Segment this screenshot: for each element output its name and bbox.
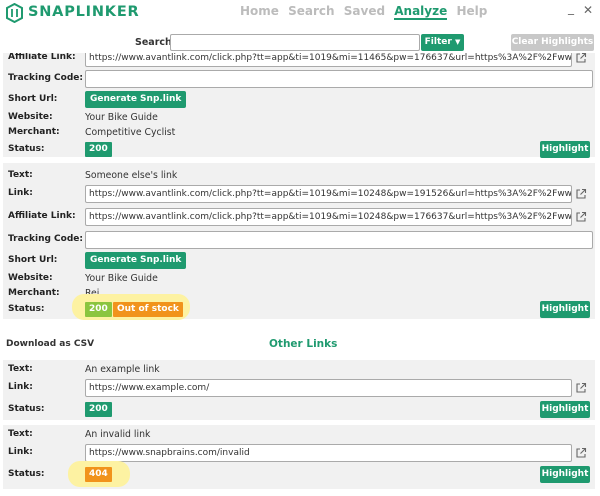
text-label: Text:	[8, 170, 33, 180]
text-value: An example link	[85, 364, 160, 375]
link-row: Link: https://www.avantlink.com/click.ph…	[3, 184, 595, 204]
brand-name: SNAPLINKER	[28, 4, 140, 20]
text-value: Someone else's link	[85, 170, 178, 181]
filter-button[interactable]: Filter ▼	[421, 34, 464, 51]
link-field[interactable]: https://www.snapbrains.com/invalid	[85, 444, 572, 462]
link-label: Link:	[8, 382, 33, 392]
highlight-button[interactable]: Highlight	[540, 401, 590, 418]
website-value: Your Bike Guide	[85, 112, 158, 123]
affiliate-link-field[interactable]: https://www.avantlink.com/click.php?tt=a…	[85, 53, 572, 67]
clear-highlights-button[interactable]: Clear Highlights	[511, 34, 594, 51]
tracking-row: Tracking Code:	[3, 230, 595, 250]
text-label: Text:	[8, 364, 33, 374]
external-link-icon[interactable]	[575, 188, 587, 200]
text-value: An invalid link	[85, 429, 151, 440]
merchant-label: Merchant:	[8, 288, 60, 298]
highlight-button[interactable]: Highlight	[540, 141, 590, 158]
affiliate-row: Affiliate Link: https://www.avantlink.co…	[3, 53, 595, 68]
app-header: SNAPLINKER Home Search Saved Analyze Hel…	[0, 0, 600, 26]
tracking-label: Tracking Code:	[8, 73, 83, 83]
nav-help[interactable]: Help	[456, 4, 487, 18]
highlight-button[interactable]: Highlight	[540, 301, 590, 318]
text-row: Text: An invalid link	[3, 425, 595, 445]
link-card: Text: An invalid link Link: https://www.…	[3, 425, 595, 489]
nav-saved[interactable]: Saved	[344, 4, 385, 18]
close-button[interactable]: ✕	[583, 3, 593, 17]
out-of-stock-badge: Out of stock	[113, 302, 183, 317]
generate-snplink-button[interactable]: Generate Snp.link	[85, 252, 187, 269]
link-label: Link:	[8, 188, 33, 198]
caret-down-icon: ▼	[454, 38, 461, 46]
status-label: Status:	[8, 469, 45, 479]
website-label: Website:	[8, 273, 53, 283]
merchant-value: Competitive Cyclist	[85, 127, 176, 138]
status-row: Status: 404 Highlight	[3, 461, 595, 487]
external-link-icon[interactable]	[575, 447, 587, 459]
affiliate-label: Affiliate Link:	[8, 53, 76, 62]
short-url-row: Short Url: Generate Snp.link	[3, 251, 595, 271]
tracking-code-field[interactable]	[85, 231, 593, 249]
search-input[interactable]	[170, 34, 420, 51]
external-link-icon[interactable]	[575, 211, 587, 223]
text-row: Text: An example link	[3, 360, 595, 380]
short-url-label: Short Url:	[8, 255, 58, 265]
link-label: Link:	[8, 447, 33, 457]
text-row: Text: Someone else's link	[3, 166, 595, 186]
website-value: Your Bike Guide	[85, 273, 158, 284]
highlight-button[interactable]: Highlight	[540, 466, 590, 483]
link-card: Affiliate Link: https://www.avantlink.co…	[3, 53, 595, 160]
nav-analyze[interactable]: Analyze	[394, 4, 448, 20]
status-row: Status: 200 Highlight	[3, 400, 595, 420]
affiliate-row: Affiliate Link: https://www.avantlink.co…	[3, 207, 595, 227]
minimize-button[interactable]: _	[568, 1, 574, 15]
status-label: Status:	[8, 404, 45, 414]
link-row: Link: https://www.snapbrains.com/invalid	[3, 443, 595, 463]
nav-home[interactable]: Home	[240, 4, 279, 18]
external-link-icon[interactable]	[575, 382, 587, 394]
status-badge: 200	[85, 302, 112, 317]
results-scroll-area[interactable]: Affiliate Link: https://www.avantlink.co…	[0, 53, 600, 496]
tracking-label: Tracking Code:	[8, 234, 83, 244]
text-label: Text:	[8, 429, 33, 439]
merchant-label: Merchant:	[8, 127, 60, 137]
nav-search[interactable]: Search	[288, 4, 334, 18]
status-row: Status: 200 Highlight	[3, 140, 595, 160]
other-links-heading: Other Links	[269, 338, 338, 350]
status-badge: 200	[85, 402, 112, 417]
short-url-label: Short Url:	[8, 94, 58, 104]
external-link-icon[interactable]	[575, 53, 587, 64]
snaplinker-logo-icon	[6, 3, 23, 23]
tracking-row: Tracking Code:	[3, 69, 595, 89]
status-row: Status: 200 Out of stock Highlight	[3, 294, 595, 320]
link-field[interactable]: https://www.avantlink.com/click.php?tt=a…	[85, 185, 572, 203]
link-field[interactable]: https://www.example.com/	[85, 379, 572, 397]
filter-label: Filter	[424, 37, 452, 47]
tracking-code-field[interactable]	[85, 70, 593, 88]
status-label: Status:	[8, 304, 45, 314]
link-row: Link: https://www.example.com/	[3, 378, 595, 398]
status-label: Status:	[8, 144, 45, 154]
status-badge: 404	[85, 467, 112, 482]
link-card: Text: Someone else's link Link: https://…	[3, 163, 595, 320]
main-nav: Home Search Saved Analyze Help	[240, 4, 492, 20]
link-card: Text: An example link Link: https://www.…	[3, 360, 595, 420]
website-label: Website:	[8, 112, 53, 122]
affiliate-label: Affiliate Link:	[8, 211, 76, 221]
search-bar: Search Filter ▼ Clear Highlights	[0, 33, 600, 53]
generate-snplink-button[interactable]: Generate Snp.link	[85, 91, 187, 108]
status-badge: 200	[85, 142, 112, 157]
download-csv-link[interactable]: Download as CSV	[6, 339, 94, 349]
short-url-row: Short Url: Generate Snp.link	[3, 90, 595, 110]
search-label: Search	[135, 37, 172, 48]
affiliate-link-field[interactable]: https://www.avantlink.com/click.php?tt=a…	[85, 208, 572, 226]
